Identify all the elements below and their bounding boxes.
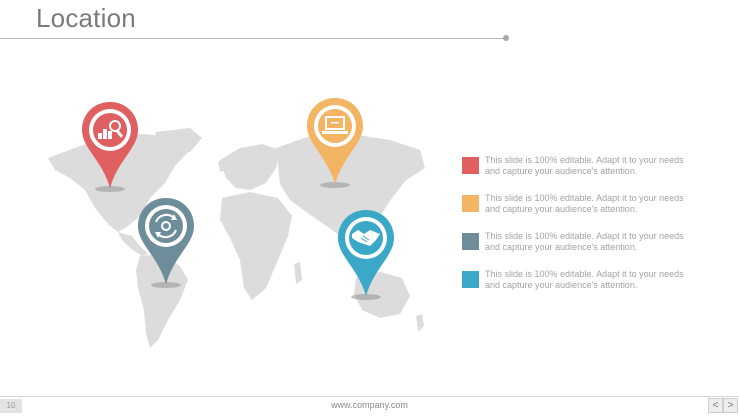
location-pin-blue[interactable] [334, 208, 398, 308]
legend-item: This slide is 100% editable. Adapt it to… [462, 193, 702, 231]
legend-text: This slide is 100% editable. Adapt it to… [485, 193, 684, 214]
legend-item: This slide is 100% editable. Adapt it to… [462, 269, 702, 307]
map-new-zealand [416, 314, 424, 332]
legend: This slide is 100% editable. Adapt it to… [462, 155, 702, 307]
legend-text: This slide is 100% editable. Adapt it to… [485, 269, 684, 290]
map-africa [220, 192, 292, 300]
location-pin-orange[interactable] [303, 96, 367, 196]
legend-swatch-slate [462, 233, 479, 250]
legend-swatch-orange [462, 195, 479, 212]
map-europe [220, 144, 280, 190]
legend-swatch-red [462, 157, 479, 174]
prev-slide-button[interactable]: < [708, 398, 723, 413]
legend-swatch-blue [462, 271, 479, 288]
legend-item: This slide is 100% editable. Adapt it to… [462, 155, 702, 193]
slide-title: Location [36, 3, 136, 33]
location-pin-red[interactable] [78, 100, 142, 200]
footer-url[interactable]: www.company.com [0, 400, 739, 410]
location-pin-slate[interactable] [134, 196, 198, 296]
legend-text: This slide is 100% editable. Adapt it to… [485, 155, 684, 176]
next-slide-button[interactable]: > [723, 398, 738, 413]
title-divider [0, 38, 506, 39]
legend-item: This slide is 100% editable. Adapt it to… [462, 231, 702, 269]
map-madagascar [294, 262, 302, 284]
slide-footer: 10 www.company.com < > [0, 396, 739, 416]
legend-text: This slide is 100% editable. Adapt it to… [485, 231, 684, 252]
title-divider-dot [503, 35, 509, 41]
